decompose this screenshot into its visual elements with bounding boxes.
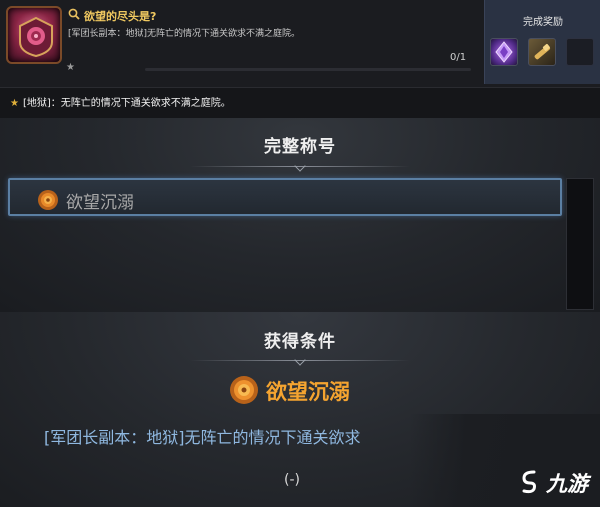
condition-heading: 获得条件: [264, 332, 336, 352]
condition-title-label: 欲望沉溺: [266, 380, 350, 404]
progress-count: 0/1: [450, 52, 467, 63]
golden-telescope-icon[interactable]: [528, 38, 556, 66]
hell-condition-line: ★ [地狱]：无阵亡的情况下通关欲求不满之庭院。: [10, 94, 231, 109]
condition-status: (-): [284, 472, 300, 488]
achievement-title: 欲望的尽头是?: [84, 10, 157, 23]
favorite-star-icon[interactable]: ★: [66, 62, 75, 73]
search-icon: [68, 8, 80, 20]
condition-description: [军团长副本：地狱]无阵亡的情况下通关欲求: [44, 428, 361, 447]
star-bullet-icon: ★: [10, 98, 19, 109]
watermark-logo-icon: [522, 470, 536, 494]
full-title-heading: 完整称号: [264, 137, 336, 157]
achievement-emblem-icon: [6, 6, 62, 64]
rose-icon: [230, 376, 258, 404]
progress-bar: [145, 68, 471, 71]
rose-icon: [38, 190, 58, 210]
watermark-text: 九游: [546, 472, 588, 496]
title-list-item-selected[interactable]: 欲望沉溺: [8, 178, 562, 216]
title-list-scrollbar[interactable]: [566, 178, 594, 310]
reward-title: 完成奖励: [523, 17, 563, 28]
empty-reward-slot: [566, 38, 594, 66]
title-list-item-label: 欲望沉溺: [66, 193, 134, 213]
achievement-description: [军团长副本：地狱]无阵亡的情况下通关欲求不满之庭院。: [68, 29, 301, 39]
hell-condition-text: [地狱]：无阵亡的情况下通关欲求不满之庭院。: [22, 98, 231, 109]
purple-crystal-icon[interactable]: [490, 38, 518, 66]
site-watermark: 九游: [516, 466, 600, 502]
